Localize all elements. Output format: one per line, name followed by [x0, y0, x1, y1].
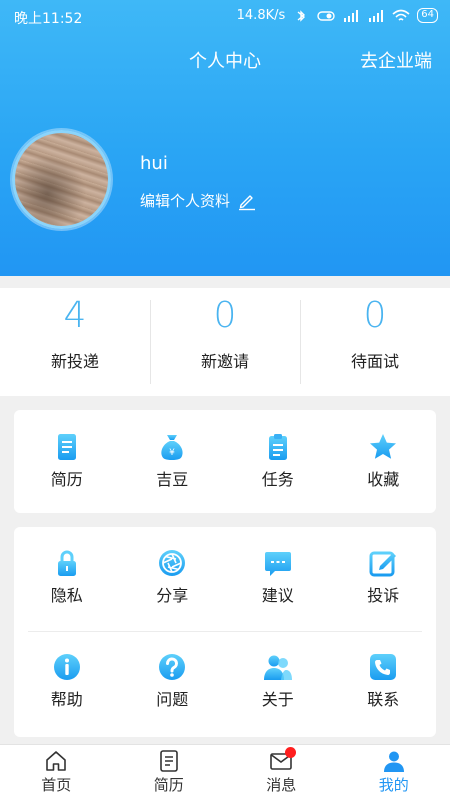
menu-item-label: 隐私 [50, 586, 83, 605]
nav-resume[interactable]: 简历 [113, 745, 226, 800]
menu-item-about[interactable]: 关于 [225, 652, 331, 710]
money-bag-icon: ¥ [161, 435, 183, 460]
nav-label: 我的 [378, 776, 409, 794]
battery-indicator: 64 [417, 8, 438, 23]
menu-item-label: 帮助 [50, 690, 83, 709]
stat-value: 0 [363, 295, 387, 336]
svg-text:¥: ¥ [169, 448, 175, 458]
menu-item-label: 分享 [156, 586, 189, 605]
menu-item-label: 关于 [261, 690, 294, 709]
chat-icon [264, 552, 291, 576]
nav-home[interactable]: 首页 [0, 745, 113, 800]
stat-value: 4 [63, 295, 87, 336]
menu-item-beans[interactable]: ¥ 吉豆 [120, 432, 226, 490]
nav-label: 首页 [41, 776, 72, 794]
toggle-icon [317, 10, 335, 21]
menu-item-label: 问题 [156, 690, 189, 709]
stat-value: 0 [213, 295, 237, 336]
menu-item-label: 任务 [261, 470, 294, 489]
menu-item-contact[interactable]: 联系 [331, 652, 437, 710]
menu-item-share[interactable]: 分享 [120, 548, 226, 631]
signal-hd-icon [344, 9, 359, 22]
resume-icon [57, 434, 76, 460]
menu-item-label: 联系 [367, 690, 400, 709]
aperture-icon [159, 550, 186, 576]
nav-label: 简历 [153, 776, 184, 794]
avatar[interactable] [12, 130, 111, 229]
menu-item-label: 投诉 [367, 586, 400, 605]
status-bar: 晚上11:52 14.8K/s 64 [0, 0, 450, 34]
menu-item-label: 简历 [50, 470, 83, 489]
title-bar: 个人中心 去企业端 [0, 46, 450, 78]
status-icons: 14.8K/s 64 [237, 8, 438, 23]
bottom-nav: 首页 简历 消息 我的 [0, 744, 450, 800]
person-icon [383, 751, 404, 772]
notification-dot [285, 747, 296, 758]
menu-item-label: 吉豆 [156, 470, 189, 489]
stat-label: 待面试 [350, 352, 399, 371]
menu-item-complaint[interactable]: 投诉 [331, 548, 437, 631]
primary-menu-card: 简历 ¥ 吉豆 任务 收藏 [14, 410, 436, 513]
profile-header: 晚上11:52 14.8K/s 64 个人中心 去企业端 hui 编辑个人资料 [0, 0, 450, 276]
stat-new-deliveries[interactable]: 4 新投递 [0, 288, 150, 396]
menu-item-label: 收藏 [367, 470, 400, 489]
menu-item-favorites[interactable]: 收藏 [331, 432, 437, 490]
menu-item-label: 建议 [261, 586, 294, 605]
nav-label: 消息 [266, 776, 297, 794]
status-time: 晚上11:52 [14, 11, 83, 27]
menu-item-help[interactable]: 帮助 [14, 652, 120, 710]
clipboard-icon [268, 434, 287, 460]
menu-item-suggestions[interactable]: 建议 [225, 548, 331, 631]
wifi-icon [392, 9, 410, 21]
stat-pending-interviews[interactable]: 0 待面试 [300, 288, 450, 396]
edit-profile-label: 编辑个人资料 [140, 192, 231, 210]
menu-item-questions[interactable]: 问题 [120, 652, 226, 710]
stat-label: 新投递 [50, 352, 99, 371]
nav-messages[interactable]: 消息 [225, 745, 338, 800]
users-icon [263, 655, 292, 680]
secondary-menu-card: 隐私 分享 建议 投诉 帮助 问题 关于 联系 [14, 527, 436, 737]
username: hui [140, 153, 168, 174]
menu-item-resume[interactable]: 简历 [14, 432, 120, 490]
bluetooth-icon [297, 9, 306, 22]
info-icon [53, 654, 80, 680]
edit-profile-link[interactable]: 编辑个人资料 [140, 190, 257, 211]
home-icon [46, 751, 67, 771]
question-icon [159, 654, 186, 680]
menu-item-privacy[interactable]: 隐私 [14, 548, 120, 631]
lock-icon [57, 550, 76, 576]
edit-icon [369, 551, 397, 577]
stats-panel: 4 新投递 0 新邀请 0 待面试 [0, 288, 450, 396]
stat-label: 新邀请 [200, 352, 249, 371]
signal-icon [369, 9, 384, 22]
document-icon [159, 750, 178, 772]
star-icon [370, 434, 397, 459]
network-speed: 14.8K/s [236, 8, 286, 23]
switch-enterprise-link[interactable]: 去企业端 [360, 46, 432, 78]
stat-new-invitations[interactable]: 0 新邀请 [150, 288, 300, 396]
pencil-icon [239, 194, 256, 210]
phone-icon [370, 654, 397, 680]
menu-item-tasks[interactable]: 任务 [225, 432, 331, 490]
nav-mine[interactable]: 我的 [338, 745, 450, 800]
